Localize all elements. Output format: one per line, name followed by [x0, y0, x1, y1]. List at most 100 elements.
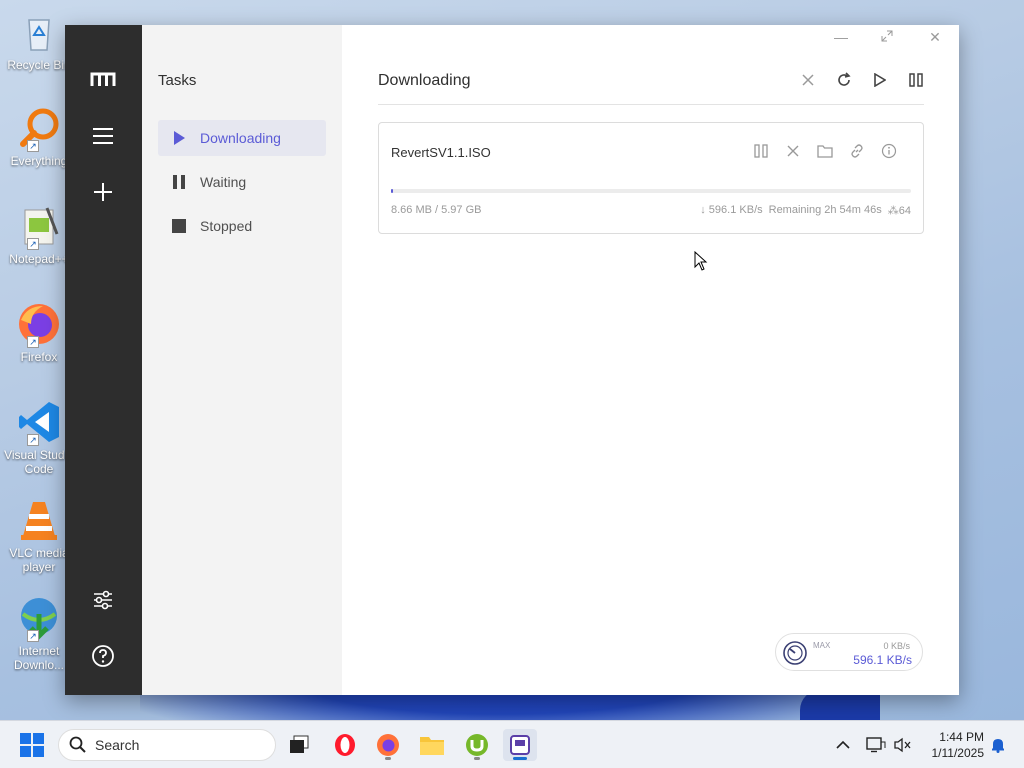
delete-icon[interactable] — [797, 69, 819, 91]
desktop-icon-vlc[interactable]: VLC media player — [4, 498, 74, 574]
speedometer[interactable]: MAX 0 KB/s 596.1 KB/s — [775, 633, 923, 671]
pause-all-icon[interactable] — [905, 69, 927, 91]
firefox-icon: ↗ — [17, 302, 61, 348]
desktop-icon-label: VLC media player — [9, 546, 69, 574]
desktop-icon-everything[interactable]: ↗ Everything — [4, 106, 74, 168]
header-divider — [378, 104, 924, 105]
tasks-item-waiting[interactable]: Waiting — [158, 164, 326, 200]
progress-fill — [391, 189, 394, 193]
tray-network[interactable] — [866, 721, 886, 768]
desktop-icon-label: Firefox — [20, 350, 58, 364]
tray-volume[interactable] — [894, 721, 912, 768]
add-task-icon[interactable] — [90, 179, 116, 205]
clock-date: 1/11/2025 — [931, 746, 985, 760]
volume-muted-icon — [894, 737, 911, 753]
desktop-icon-label: Everything — [10, 154, 68, 168]
help-icon[interactable] — [90, 643, 116, 669]
info-icon[interactable] — [879, 141, 899, 161]
search-placeholder: Search — [95, 737, 140, 753]
task-toolbar — [797, 69, 927, 91]
clock-time: 1:44 PM — [939, 730, 984, 744]
desktop-icon-label: Recycle Bin — [7, 58, 71, 72]
desktop-icon-firefox[interactable]: ↗ Firefox — [4, 302, 74, 364]
main-pane: — ✕ Downloading RevertSV1.1.ISO 8.66 MB … — [342, 25, 959, 695]
tasks-item-label: Waiting — [200, 174, 247, 190]
desktop-icon-vscode[interactable]: ↗ Visual Studio Code — [4, 400, 74, 476]
notepad-plus-plus-icon: ↗ — [17, 204, 61, 250]
maximize-button[interactable] — [875, 29, 899, 45]
chevron-up-icon — [836, 740, 850, 749]
recycle-bin-icon — [17, 10, 61, 54]
taskbar-clock[interactable]: 1:44 PM 1/11/2025 — [932, 729, 985, 761]
vscode-icon: ↗ — [17, 400, 61, 446]
motrix-window: Tasks Downloading Waiting Stopped — ✕ Do… — [65, 25, 959, 695]
tasks-sidebar: Tasks Downloading Waiting Stopped — [142, 25, 342, 695]
opera-icon — [335, 734, 355, 756]
utorrent-icon — [466, 734, 488, 756]
speed-max-label: MAX — [813, 641, 831, 650]
link-icon[interactable] — [847, 141, 867, 161]
refresh-icon[interactable] — [833, 69, 855, 91]
connections-icon: ⁂ — [887, 205, 899, 217]
task-connections: ⁂64 — [888, 204, 911, 217]
internet-download-manager-icon: ↗ — [17, 596, 61, 642]
desktop-icon-label: Visual Studio Code — [4, 448, 74, 476]
running-indicator — [385, 757, 391, 760]
resume-all-icon[interactable] — [869, 69, 891, 91]
delete-task-icon[interactable] — [783, 141, 803, 161]
task-card[interactable]: RevertSV1.1.ISO 8.66 MB / 5.97 GB ↓ 596.… — [378, 122, 924, 234]
desktop-icon-label: Internet Downlo... — [13, 644, 65, 672]
pause-task-icon[interactable] — [751, 141, 771, 161]
minimize-button[interactable]: — — [829, 29, 853, 45]
task-size: 8.66 MB / 5.97 GB — [391, 204, 482, 216]
connections-count: 64 — [898, 205, 911, 217]
speed-limit: 0 KB/s — [883, 641, 910, 651]
shortcut-arrow-icon: ↗ — [27, 630, 39, 642]
mouse-cursor-icon — [694, 251, 708, 271]
stop-icon — [172, 219, 186, 233]
shortcut-arrow-icon: ↗ — [27, 336, 39, 348]
task-remaining: Remaining 2h 54m 46s — [768, 204, 882, 216]
tasks-item-label: Downloading — [200, 130, 281, 146]
desktop-icon-label: Notepad++ — [9, 252, 69, 266]
network-icon — [866, 737, 886, 753]
menu-icon[interactable] — [90, 123, 116, 149]
folder-icon — [420, 737, 444, 755]
play-icon — [172, 131, 186, 145]
desktop-icon-recycle-bin[interactable]: Recycle Bin — [4, 10, 74, 72]
task-view-icon — [290, 735, 309, 753]
taskbar-file-explorer[interactable] — [415, 729, 449, 761]
start-button[interactable] — [20, 733, 44, 757]
shortcut-arrow-icon: ↗ — [27, 434, 39, 446]
maximize-icon — [881, 30, 893, 42]
taskbar-motrix[interactable] — [503, 729, 537, 761]
nav-rail — [65, 25, 142, 695]
motrix-app-icon — [510, 735, 530, 755]
notification-bell-icon[interactable] — [990, 737, 1006, 753]
pause-icon — [172, 175, 186, 189]
vlc-icon — [17, 498, 61, 542]
preferences-icon[interactable] — [90, 587, 116, 613]
desktop-icon-idm[interactable]: ↗ Internet Downlo... — [4, 596, 74, 672]
everything-search-icon: ↗ — [17, 106, 61, 152]
taskbar-search[interactable]: Search — [58, 729, 276, 761]
tasks-item-downloading[interactable]: Downloading — [158, 120, 326, 156]
shortcut-arrow-icon: ↗ — [27, 238, 39, 250]
firefox-icon — [377, 734, 399, 756]
speedometer-icon — [782, 640, 808, 666]
close-window-button[interactable]: ✕ — [923, 29, 947, 46]
tasks-item-stopped[interactable]: Stopped — [158, 208, 326, 244]
running-indicator — [474, 757, 480, 760]
tray-overflow[interactable] — [836, 721, 850, 768]
taskbar-firefox[interactable] — [371, 729, 405, 761]
motrix-logo-icon[interactable] — [90, 67, 116, 93]
folder-icon[interactable] — [815, 141, 835, 161]
tasks-item-label: Stopped — [200, 218, 253, 234]
task-name: RevertSV1.1.ISO — [391, 145, 491, 160]
tasks-title: Tasks — [158, 72, 197, 89]
taskbar-utorrent[interactable] — [460, 729, 494, 761]
desktop-icon-notepadpp[interactable]: ↗ Notepad++ — [4, 204, 74, 266]
taskbar-opera[interactable] — [328, 729, 362, 761]
task-speed: ↓ 596.1 KB/s — [700, 204, 763, 216]
taskbar-task-view[interactable] — [282, 729, 316, 761]
